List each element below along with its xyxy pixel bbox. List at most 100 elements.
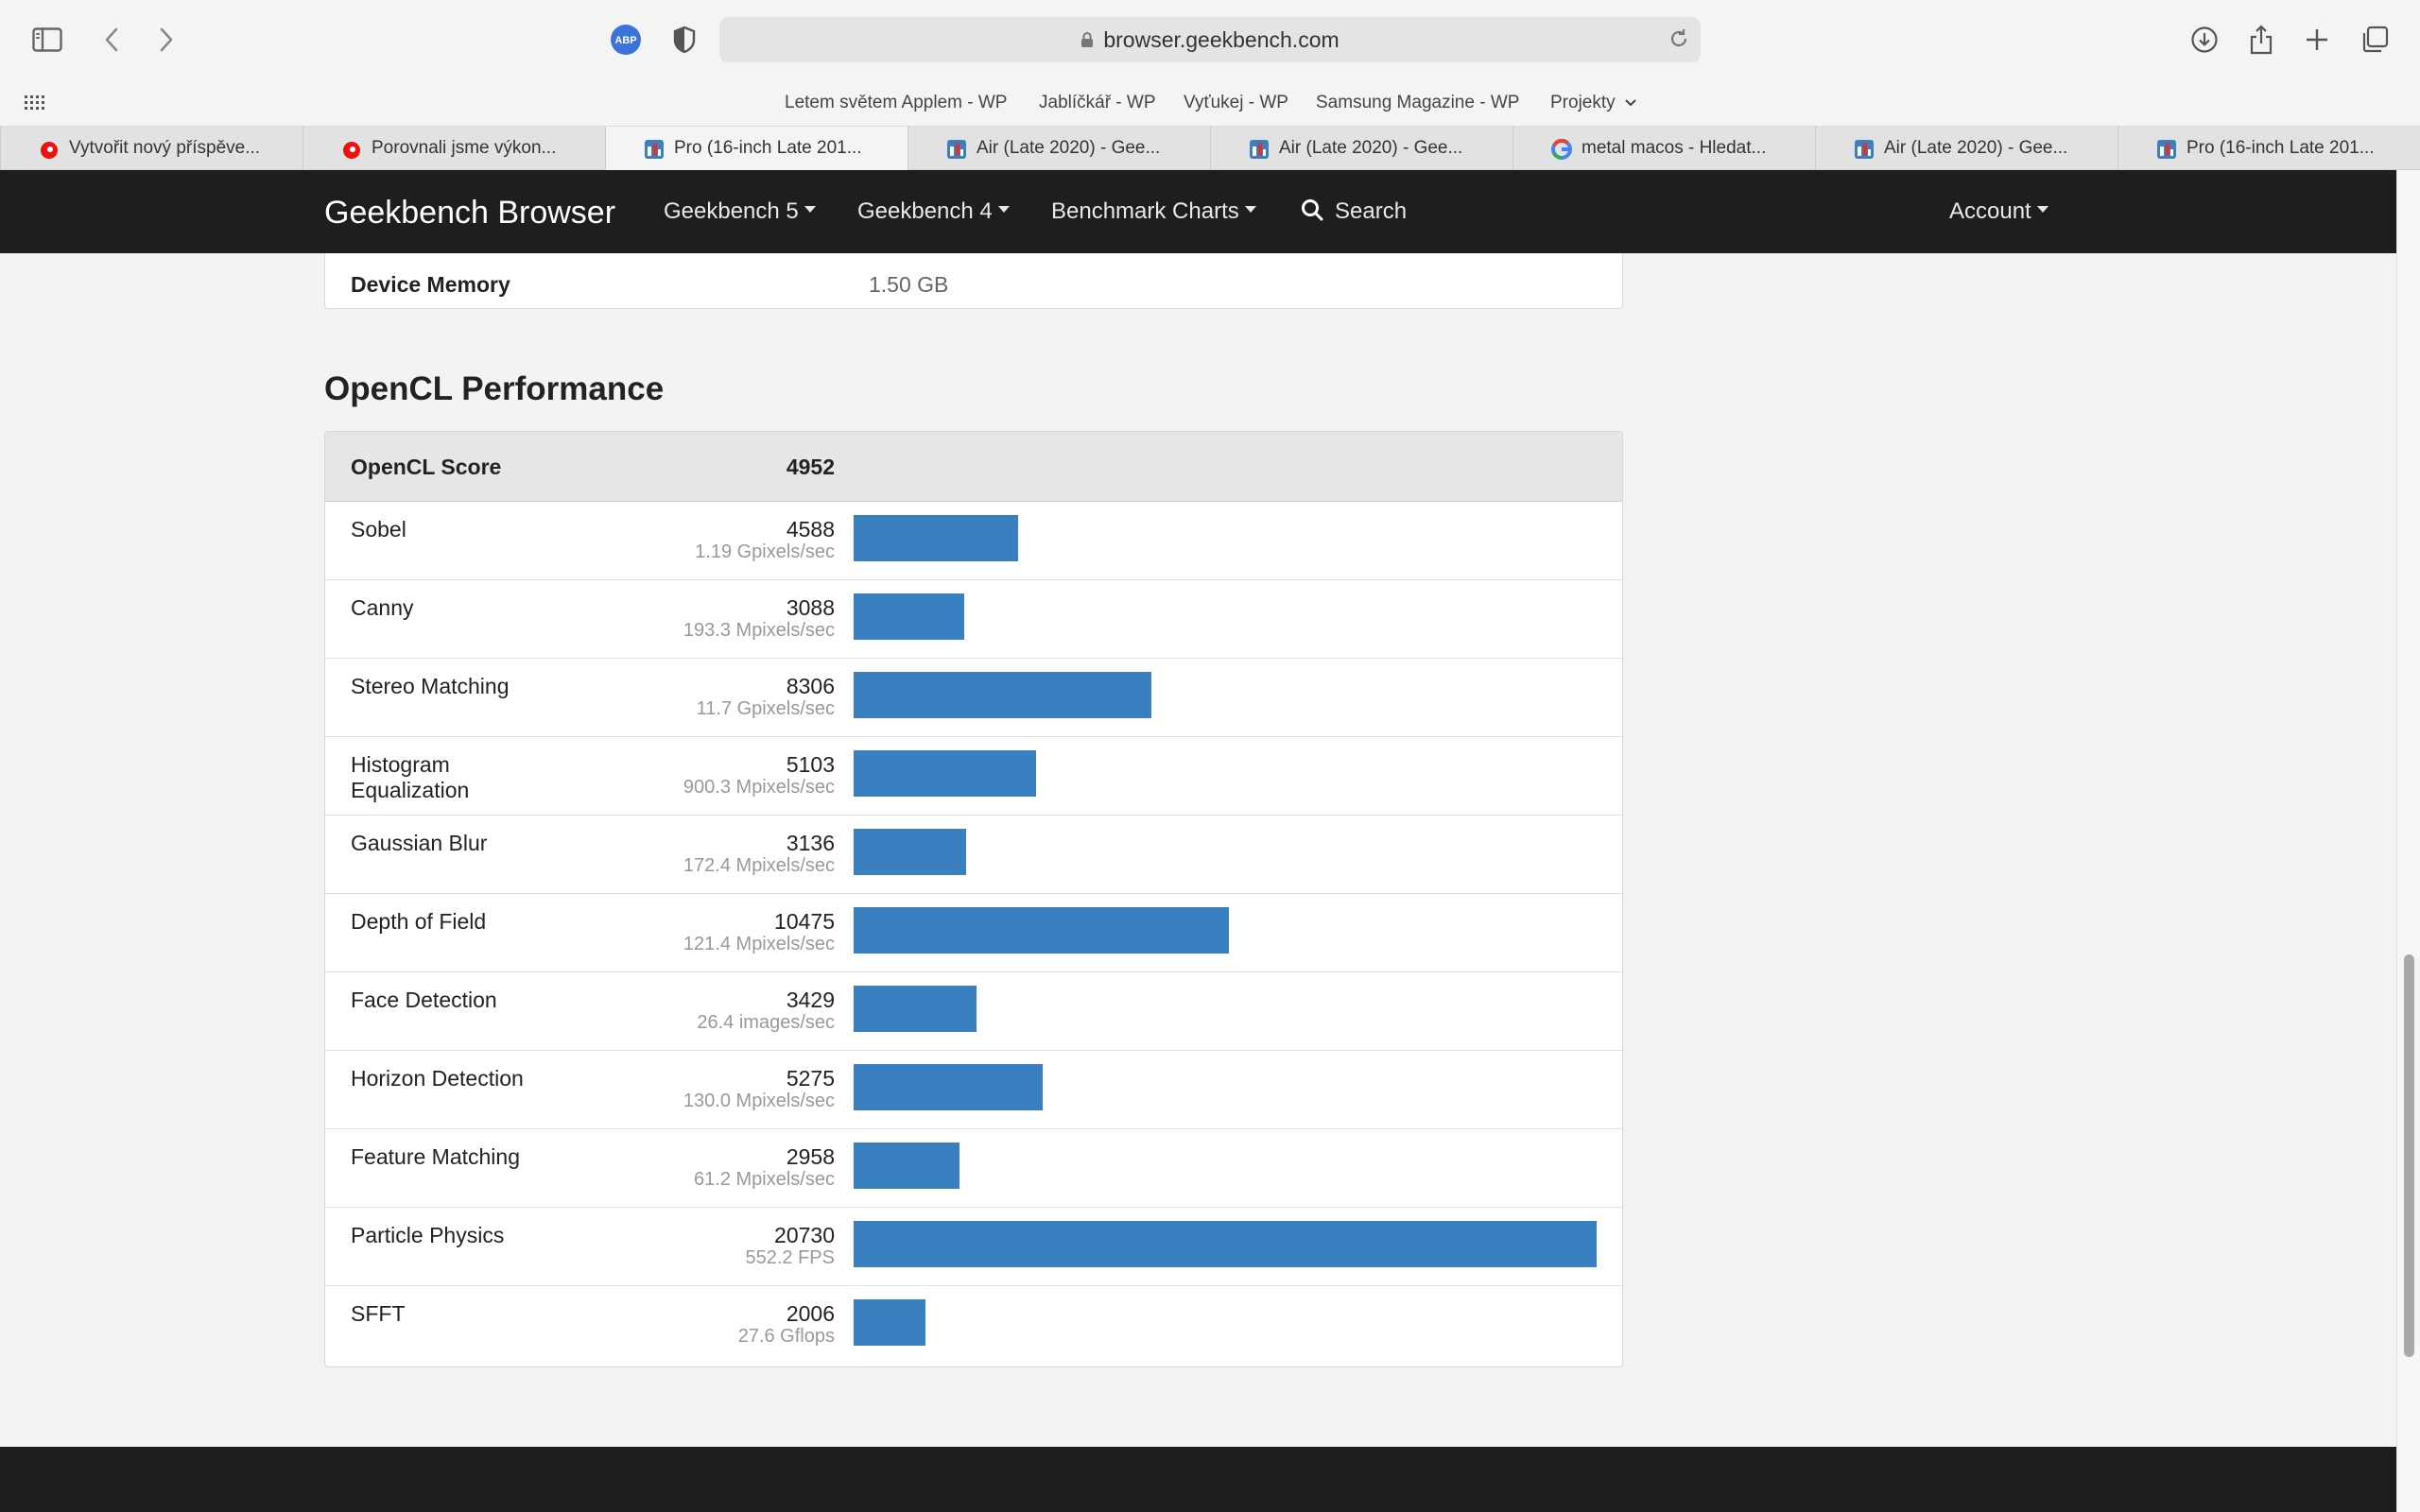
bookmarks-bar: Letem světem Applem - WP Jablíčkář - WP … [0, 79, 2420, 127]
geekbench-icon [2157, 140, 2176, 159]
nav-account-dropdown[interactable]: Account [1949, 198, 2048, 225]
benchmark-score: 3136 [786, 831, 835, 855]
score-bar [854, 1299, 925, 1346]
section-title: OpenCL Performance [324, 370, 665, 407]
bookmark-item[interactable]: Samsung Magazine - WP [1316, 93, 1519, 113]
benchmark-score: 3429 [786, 988, 835, 1012]
table-row: Sobel 4588 1.19 Gpixels/sec [325, 502, 1622, 580]
browser-tab[interactable]: Air (Late 2020) - Gee... [1815, 127, 2118, 170]
score-bar [854, 829, 966, 875]
benchmark-score: 20730 [774, 1223, 835, 1247]
tab-label: Pro (16-inch Late 201... [674, 138, 862, 158]
browser-tab[interactable]: Air (Late 2020) - Gee... [908, 127, 1210, 170]
caret-down-icon [2036, 206, 2048, 214]
table-row: Face Detection 3429 26.4 images/sec [325, 972, 1622, 1051]
benchmark-rate: 130.0 Mpixels/sec [683, 1091, 835, 1111]
table-row: Horizon Detection 5275 130.0 Mpixels/sec [325, 1051, 1622, 1129]
geekbench-icon [947, 140, 966, 159]
scrollbar-thumb[interactable] [2404, 954, 2414, 1357]
site-brand[interactable]: Geekbench Browser [324, 195, 615, 232]
nav-geekbench4-dropdown[interactable]: Geekbench 4 [857, 198, 1010, 225]
benchmark-rate: 172.4 Mpixels/sec [683, 855, 835, 876]
caret-down-icon [1244, 206, 1256, 214]
device-memory-label: Device Memory [351, 272, 510, 297]
caret-down-icon [997, 206, 1010, 214]
nav-search-label: Search [1335, 198, 1408, 224]
tab-label: Porovnali jsme výkon... [372, 138, 557, 158]
benchmark-score: 3088 [786, 595, 835, 620]
tab-overview-icon[interactable] [2356, 21, 2394, 59]
bookmark-item[interactable]: Jablíčkář - WP [1039, 93, 1156, 113]
device-memory-value: 1.50 GB [869, 272, 949, 297]
url-text: browser.geekbench.com [1103, 26, 1340, 52]
benchmark-score: 5275 [786, 1066, 835, 1091]
benchmark-name: Depth of Field [351, 909, 487, 934]
score-bar [854, 1143, 959, 1189]
bookmark-item[interactable]: Letem světem Applem - WP [785, 93, 1007, 113]
benchmark-name: SFFT [351, 1301, 406, 1326]
share-icon[interactable] [2242, 21, 2280, 59]
table-row: Histogram Equalization 5103 900.3 Mpixels/… [325, 737, 1622, 816]
downloads-icon[interactable] [2186, 21, 2223, 59]
nav-geekbench5-dropdown[interactable]: Geekbench 5 [664, 198, 816, 225]
benchmark-score: 4588 [786, 517, 835, 541]
privacy-shield-icon[interactable] [666, 21, 703, 59]
nav-benchmark-charts-dropdown[interactable]: Benchmark Charts [1051, 198, 1256, 225]
tab-label: Vytvořit nový příspěve... [69, 138, 261, 158]
score-bar [854, 672, 1151, 718]
benchmark-name: Gaussian Blur [351, 831, 488, 855]
benchmark-rate: 193.3 Mpixels/sec [683, 620, 835, 641]
svg-text:ABP: ABP [614, 35, 636, 46]
benchmark-rate: 27.6 Gflops [737, 1326, 835, 1347]
browser-tab-active[interactable]: Pro (16-inch Late 201... [605, 127, 908, 170]
benchmark-score: 2958 [786, 1144, 835, 1169]
browser-tab[interactable]: Porovnali jsme výkon... [302, 127, 605, 170]
benchmark-score: 5103 [786, 752, 835, 777]
bookmark-item[interactable]: Vyťukej - WP [1184, 93, 1288, 113]
benchmark-rate: 552.2 FPS [745, 1247, 835, 1268]
score-bar [854, 750, 1036, 797]
browser-tab[interactable]: Vytvořit nový příspěve... [0, 127, 302, 170]
benchmark-name: Stereo Matching [351, 674, 510, 698]
adblock-extension-icon[interactable]: ABP [607, 21, 645, 59]
tab-label: Air (Late 2020) - Gee... [1279, 138, 1463, 158]
browser-tab[interactable]: metal macos - Hledat... [1512, 127, 1815, 170]
nav-label: Account [1949, 198, 2031, 224]
nav-label: Benchmark Charts [1051, 198, 1239, 224]
nav-search[interactable]: Search [1301, 198, 1407, 225]
score-bar [854, 907, 1229, 954]
bookmark-folder-label: Projekty [1550, 93, 1616, 112]
address-bar[interactable]: browser.geekbench.com [719, 17, 1701, 62]
system-info-card: Device Memory 1.50 GB [324, 253, 1623, 309]
table-row: Depth of Field 10475 121.4 Mpixels/sec [325, 894, 1622, 972]
table-row: Feature Matching 2958 61.2 Mpixels/sec [325, 1129, 1622, 1208]
forward-icon[interactable] [147, 21, 185, 59]
benchmark-name: Feature Matching [351, 1144, 520, 1169]
back-icon[interactable] [93, 21, 130, 59]
benchmark-rate: 26.4 images/sec [697, 1012, 835, 1033]
benchmark-score: 2006 [786, 1301, 835, 1326]
site-navbar: Geekbench Browser Geekbench 5 Geekbench … [0, 170, 2396, 253]
vodafone-icon [41, 142, 58, 159]
new-tab-icon[interactable] [2298, 21, 2336, 59]
sidebar-toggle-icon[interactable] [28, 21, 66, 59]
benchmark-rate: 900.3 Mpixels/sec [683, 777, 835, 798]
benchmark-score: 10475 [774, 909, 835, 934]
tab-label: Air (Late 2020) - Gee... [1884, 138, 2068, 158]
nav-label: Geekbench 4 [857, 198, 993, 224]
browser-tab[interactable]: Pro (16-inch Late 201... [2118, 127, 2420, 170]
score-bar [854, 593, 964, 640]
tab-label: Air (Late 2020) - Gee... [977, 138, 1161, 158]
browser-toolbar: ABP browser.geekbench.com [0, 0, 2420, 79]
opencl-score-label: OpenCL Score [351, 455, 502, 479]
bookmark-folder-projekty[interactable]: Projekty [1550, 93, 1637, 113]
tab-label: metal macos - Hledat... [1582, 138, 1767, 158]
lock-icon [1080, 31, 1094, 48]
score-bar [854, 1064, 1043, 1110]
table-row: Stereo Matching 8306 11.7 Gpixels/sec [325, 659, 1622, 737]
benchmark-rate: 11.7 Gpixels/sec [696, 698, 835, 719]
opencl-score-value: 4952 [786, 455, 835, 479]
reload-icon[interactable] [1667, 26, 1691, 57]
browser-tab[interactable]: Air (Late 2020) - Gee... [1210, 127, 1512, 170]
apps-grid-icon[interactable] [23, 92, 45, 119]
